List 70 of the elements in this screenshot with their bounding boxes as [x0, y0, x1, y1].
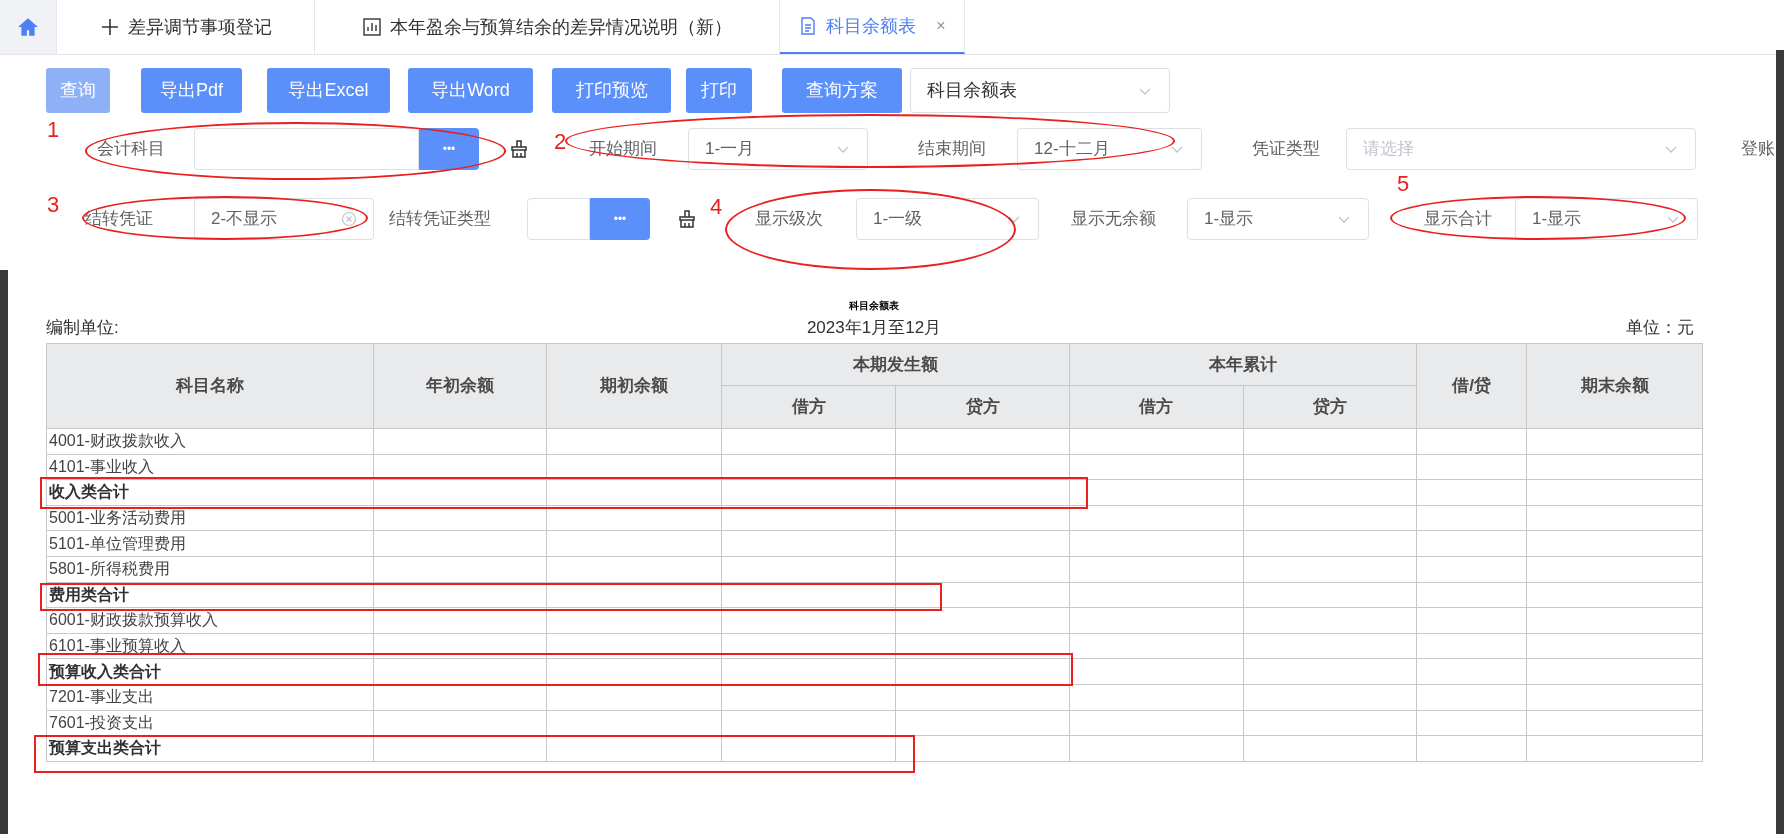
- more-button[interactable]: •••: [419, 128, 479, 170]
- column-header: 期末余额: [1526, 343, 1703, 429]
- column-header: 科目名称: [46, 343, 374, 429]
- column-header: 贷方: [895, 385, 1070, 429]
- annotation-number: 2: [554, 130, 567, 154]
- select-field[interactable]: 1-一月: [688, 128, 868, 170]
- broom-icon[interactable]: [509, 139, 529, 159]
- more-button[interactable]: •••: [590, 198, 650, 240]
- field-label: 凭证类型: [1252, 138, 1320, 161]
- field-label: 显示无余额: [1071, 208, 1156, 231]
- table-cell: 6001-财政拨款预算收入: [46, 607, 374, 634]
- tab[interactable]: 科目余额表 ×: [780, 0, 965, 54]
- bar-chart-icon: [362, 17, 382, 37]
- select-field[interactable]: 1-显示: [1187, 198, 1369, 240]
- table-cell: 预算支出类合计: [46, 735, 374, 762]
- broom-icon[interactable]: [677, 209, 697, 229]
- home-icon: [17, 16, 39, 38]
- column-header: 年初余额: [373, 343, 547, 429]
- column-header: 本期发生额: [721, 343, 1070, 386]
- select-field[interactable]: 12-十二月: [1017, 128, 1202, 170]
- scheme-select[interactable]: 科目余额表: [910, 68, 1170, 113]
- column-header: 借/贷: [1416, 343, 1527, 429]
- annotation-number: 4: [710, 195, 723, 219]
- table-cell: 5801-所得税费用: [46, 556, 374, 583]
- column-header: 借方: [721, 385, 896, 429]
- table-cell: 7201-事业支出: [46, 684, 374, 711]
- currency-label: 单位：元: [1625, 316, 1695, 339]
- report-title: 科目余额表: [848, 300, 900, 312]
- table-cell: 5101-单位管理费用: [46, 530, 374, 557]
- column-header: 贷方: [1243, 385, 1417, 429]
- toolbar-button[interactable]: 打印: [686, 68, 752, 113]
- select-field[interactable]: 1-显示: [1515, 198, 1698, 240]
- table-cell: 费用类合计: [46, 582, 374, 608]
- field-label: 会计科目: [97, 138, 165, 161]
- input-field[interactable]: [194, 128, 419, 170]
- table-cell: 预算收入类合计: [46, 658, 374, 685]
- table-cell: 7601-投资支出: [46, 710, 374, 736]
- select-field[interactable]: 请选择: [1346, 128, 1696, 170]
- select-field[interactable]: 2-不显示: [194, 198, 374, 240]
- annotation-number: 5: [1397, 172, 1410, 196]
- field-label: 显示合计: [1424, 208, 1492, 231]
- field-label: 显示级次: [755, 208, 823, 231]
- toolbar-button[interactable]: 导出Pdf: [141, 68, 242, 113]
- annotation-number: 3: [47, 193, 60, 217]
- unit-label: 编制单位:: [46, 316, 120, 339]
- table-cell: 收入类合计: [46, 479, 374, 506]
- report-period: 2023年1月至12月: [806, 316, 942, 339]
- table-cell: 6101-事业预算收入: [46, 633, 374, 659]
- plus-icon: [99, 17, 120, 37]
- toolbar-button[interactable]: 查询方案: [782, 68, 902, 113]
- home-tab[interactable]: [0, 0, 57, 54]
- column-header: 借方: [1069, 385, 1243, 429]
- toolbar-button[interactable]: 导出Excel: [267, 68, 390, 113]
- field-label: 结束期间: [918, 138, 986, 161]
- close-icon[interactable]: ×: [936, 14, 946, 38]
- column-header: 本年累计: [1069, 343, 1417, 386]
- tab[interactable]: 差异调节事项登记: [57, 0, 315, 54]
- table-cell: 4101-事业收入: [46, 454, 374, 480]
- table-cell: 5001-业务活动费用: [46, 505, 374, 531]
- toolbar-button[interactable]: 打印预览: [552, 68, 671, 113]
- column-header: 期初余额: [546, 343, 722, 429]
- tab[interactable]: 本年盈余与预算结余的差异情况说明（新）: [315, 0, 780, 54]
- toolbar-button[interactable]: 导出Word: [408, 68, 533, 113]
- input-field[interactable]: [527, 198, 590, 240]
- field-label: 登账: [1741, 138, 1775, 161]
- field-label: 结转凭证: [85, 208, 153, 231]
- select-field[interactable]: 1-一级: [856, 198, 1039, 240]
- annotation-number: 1: [47, 118, 60, 142]
- field-label: 结转凭证类型: [389, 208, 491, 231]
- table-cell: 4001-财政拨款收入: [46, 428, 374, 455]
